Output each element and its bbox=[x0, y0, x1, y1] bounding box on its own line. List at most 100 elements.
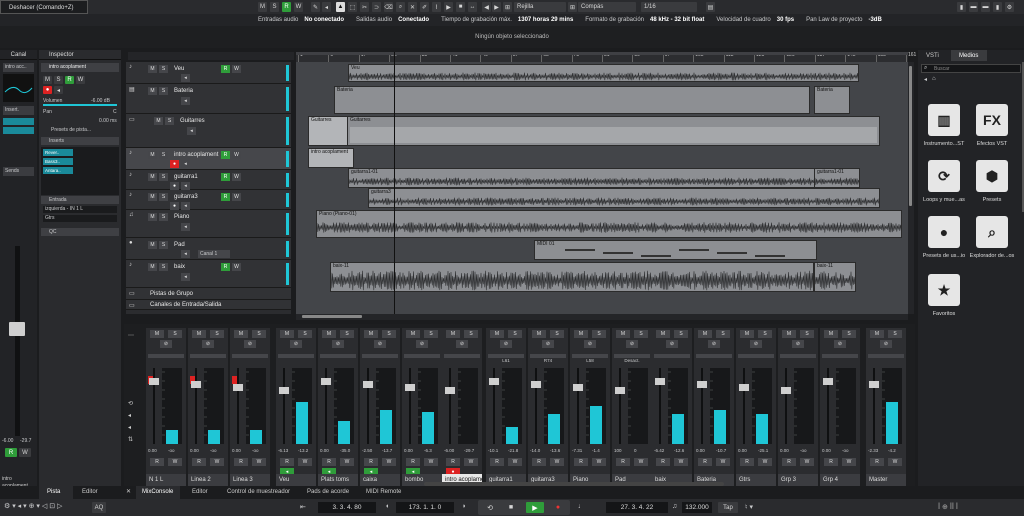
strip-pan[interactable] bbox=[780, 354, 816, 358]
scroll-thumb[interactable] bbox=[302, 315, 362, 318]
strip-phase-icon[interactable]: ⊘ bbox=[456, 340, 468, 348]
track-monitor-button[interactable]: ◂ bbox=[181, 202, 190, 210]
track-monitor-button[interactable]: ◂ bbox=[187, 127, 196, 135]
track-mute-button[interactable]: M bbox=[148, 65, 157, 73]
strip-fader-handle[interactable] bbox=[823, 378, 833, 385]
strip-mute-button[interactable]: M bbox=[616, 330, 630, 338]
star-icon[interactable]: ★ bbox=[928, 274, 960, 306]
channel-sends[interactable]: Sends bbox=[3, 167, 34, 176]
strip-name[interactable]: Grp 4 bbox=[820, 474, 860, 486]
track-read-button[interactable]: R bbox=[221, 263, 230, 271]
strip-write-button[interactable]: W bbox=[758, 458, 772, 466]
strip-write-button[interactable]: W bbox=[842, 458, 856, 466]
strip-fader-handle[interactable] bbox=[573, 384, 583, 391]
tab-mixconsole[interactable]: MixConsole bbox=[142, 486, 173, 499]
channel-fader-handle[interactable] bbox=[9, 322, 25, 336]
strip-mute-button[interactable]: M bbox=[870, 330, 884, 338]
track-baix[interactable]: ♪ baix M S R W ◂ bbox=[126, 260, 291, 288]
strip-read-button[interactable]: R bbox=[234, 458, 248, 466]
strip-read-button[interactable]: R bbox=[698, 458, 712, 466]
strip-solo-button[interactable]: S bbox=[252, 330, 266, 338]
track-solo-button[interactable]: S bbox=[159, 263, 168, 271]
strip-fader-handle[interactable] bbox=[445, 387, 455, 394]
speaker-icon[interactable]: ◂ bbox=[322, 2, 331, 12]
event-display[interactable]: Veu Bateria Bateria Guitarres Guitarres intro… bbox=[296, 62, 908, 314]
track-write-button[interactable]: W bbox=[232, 65, 241, 73]
clip-audio[interactable]: Piano (Piano-01) bbox=[316, 210, 902, 238]
clip-audio[interactable]: Bateria bbox=[814, 86, 850, 114]
punch-icon[interactable]: ◖ bbox=[385, 503, 389, 510]
tab-medios[interactable]: Medios bbox=[959, 50, 978, 63]
strip-read-button[interactable]: R bbox=[490, 458, 504, 466]
aq-button[interactable]: AQ bbox=[92, 502, 106, 513]
strip-pan[interactable] bbox=[190, 354, 226, 358]
strip-mute-button[interactable]: M bbox=[490, 330, 504, 338]
m-button[interactable]: M bbox=[258, 2, 267, 12]
strip-write-button[interactable]: W bbox=[592, 458, 606, 466]
tab-midi-remote[interactable]: MIDI Remote bbox=[366, 486, 401, 499]
split-tool-icon[interactable]: ✂ bbox=[360, 2, 369, 12]
strip-read-button[interactable]: R bbox=[322, 458, 336, 466]
strip-write-button[interactable]: W bbox=[382, 458, 396, 466]
clip-audio[interactable]: Veu bbox=[348, 64, 859, 82]
search-input[interactable]: Buscar bbox=[921, 64, 1021, 73]
channel-tab[interactable]: Canal bbox=[0, 50, 37, 60]
strip-write-button[interactable]: W bbox=[634, 458, 648, 466]
quantize-value-select[interactable]: 1/16 bbox=[641, 2, 697, 12]
strip-pan[interactable] bbox=[654, 354, 690, 358]
mixer-tool-icon[interactable]: ◂ bbox=[128, 412, 131, 419]
track-monitor-button[interactable]: ◂ bbox=[181, 223, 190, 231]
strip-fader-handle[interactable] bbox=[615, 387, 625, 394]
right-locator[interactable]: 173. 1. 1. 0 bbox=[396, 502, 454, 513]
track-monitor-button[interactable]: ◂ bbox=[181, 250, 190, 258]
strip-phase-icon[interactable]: ⊘ bbox=[160, 340, 172, 348]
strip-mute-button[interactable]: M bbox=[150, 330, 164, 338]
strip-read-button[interactable]: R bbox=[824, 458, 838, 466]
strip-read-button[interactable]: R bbox=[782, 458, 796, 466]
strip-mute-button[interactable]: M bbox=[234, 330, 248, 338]
clip-audio[interactable]: baix-11 bbox=[814, 262, 856, 292]
strip-pan[interactable] bbox=[868, 354, 904, 358]
strip-phase-icon[interactable]: ⊘ bbox=[374, 340, 386, 348]
tab-sampler-control[interactable]: Control de muestreador bbox=[227, 486, 290, 499]
snap-icon[interactable]: ⊞ bbox=[503, 2, 512, 12]
range-tool-icon[interactable]: ⬚ bbox=[348, 2, 357, 12]
transport-more-icon[interactable]: ♮ ▾ bbox=[745, 503, 753, 511]
strip-name[interactable]: Plats toms bbox=[318, 474, 358, 486]
clip-audio[interactable]: Guitarres bbox=[308, 116, 348, 146]
track-read-button[interactable]: R bbox=[221, 193, 230, 201]
quantize-mode-select[interactable]: Compás bbox=[578, 2, 636, 12]
track-mute-button[interactable]: M bbox=[154, 117, 163, 125]
track-guitarres[interactable]: ▭ Guitarres M S ◂ bbox=[126, 114, 291, 148]
track-guitarra3[interactable]: ♪ guitarra3 M S R W ◂ ● bbox=[126, 190, 291, 210]
vertical-scrollbar[interactable] bbox=[908, 62, 914, 314]
strip-solo-button[interactable]: S bbox=[424, 330, 438, 338]
strip-fader-handle[interactable] bbox=[279, 387, 289, 394]
back-icon[interactable]: ◂ bbox=[924, 76, 927, 83]
strip-name[interactable]: caixa bbox=[360, 474, 400, 486]
track-mute-button[interactable]: M bbox=[148, 173, 157, 181]
clip-audio[interactable]: guitarra1-01 bbox=[348, 168, 815, 188]
strip-solo-button[interactable]: S bbox=[716, 330, 730, 338]
strip-pan[interactable] bbox=[444, 354, 480, 358]
draw-tool-icon[interactable]: ✐ bbox=[420, 2, 429, 12]
FX-icon[interactable]: FX bbox=[976, 104, 1008, 136]
strip-read-button[interactable]: R bbox=[740, 458, 754, 466]
mixer-tool-icon[interactable]: ⇅ bbox=[128, 436, 133, 443]
strip-mute-button[interactable]: M bbox=[322, 330, 336, 338]
nudge-right-icon[interactable]: ▶ bbox=[492, 2, 501, 12]
strip-fader-handle[interactable] bbox=[363, 381, 373, 388]
strip-write-button[interactable]: W bbox=[298, 458, 312, 466]
play-tool-icon[interactable]: ▶ bbox=[444, 2, 453, 12]
stop-icon[interactable]: ■ bbox=[503, 502, 519, 513]
strip-phase-icon[interactable]: ⊘ bbox=[666, 340, 678, 348]
track-intro-acoplament[interactable]: ♪ intro acoplament M S R W ◂ ● bbox=[126, 148, 291, 170]
strip-solo-button[interactable]: S bbox=[758, 330, 772, 338]
track-bateria[interactable]: ▤ Bateria M S ◂ bbox=[126, 84, 291, 114]
strip-read-button[interactable]: R bbox=[574, 458, 588, 466]
strip-pan[interactable] bbox=[738, 354, 774, 358]
strip-read-button[interactable]: R bbox=[192, 458, 206, 466]
strip-name[interactable]: N 1 L bbox=[146, 474, 186, 486]
inspector-mute-button[interactable]: M bbox=[43, 76, 52, 84]
tab-vsti[interactable]: VSTi bbox=[926, 50, 939, 63]
